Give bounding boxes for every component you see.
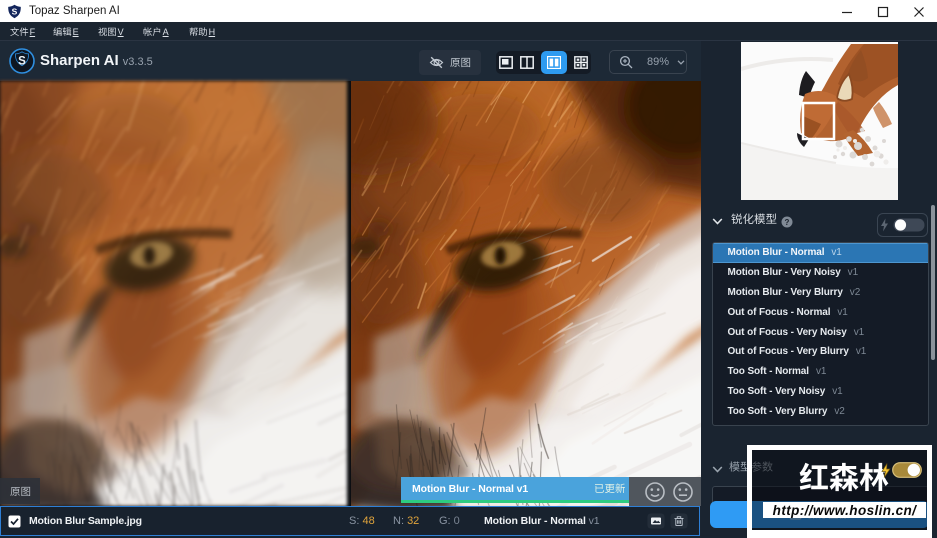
svg-text:?: ? <box>785 218 790 227</box>
svg-text:S: S <box>12 6 18 16</box>
svg-text:S: S <box>18 55 26 67</box>
